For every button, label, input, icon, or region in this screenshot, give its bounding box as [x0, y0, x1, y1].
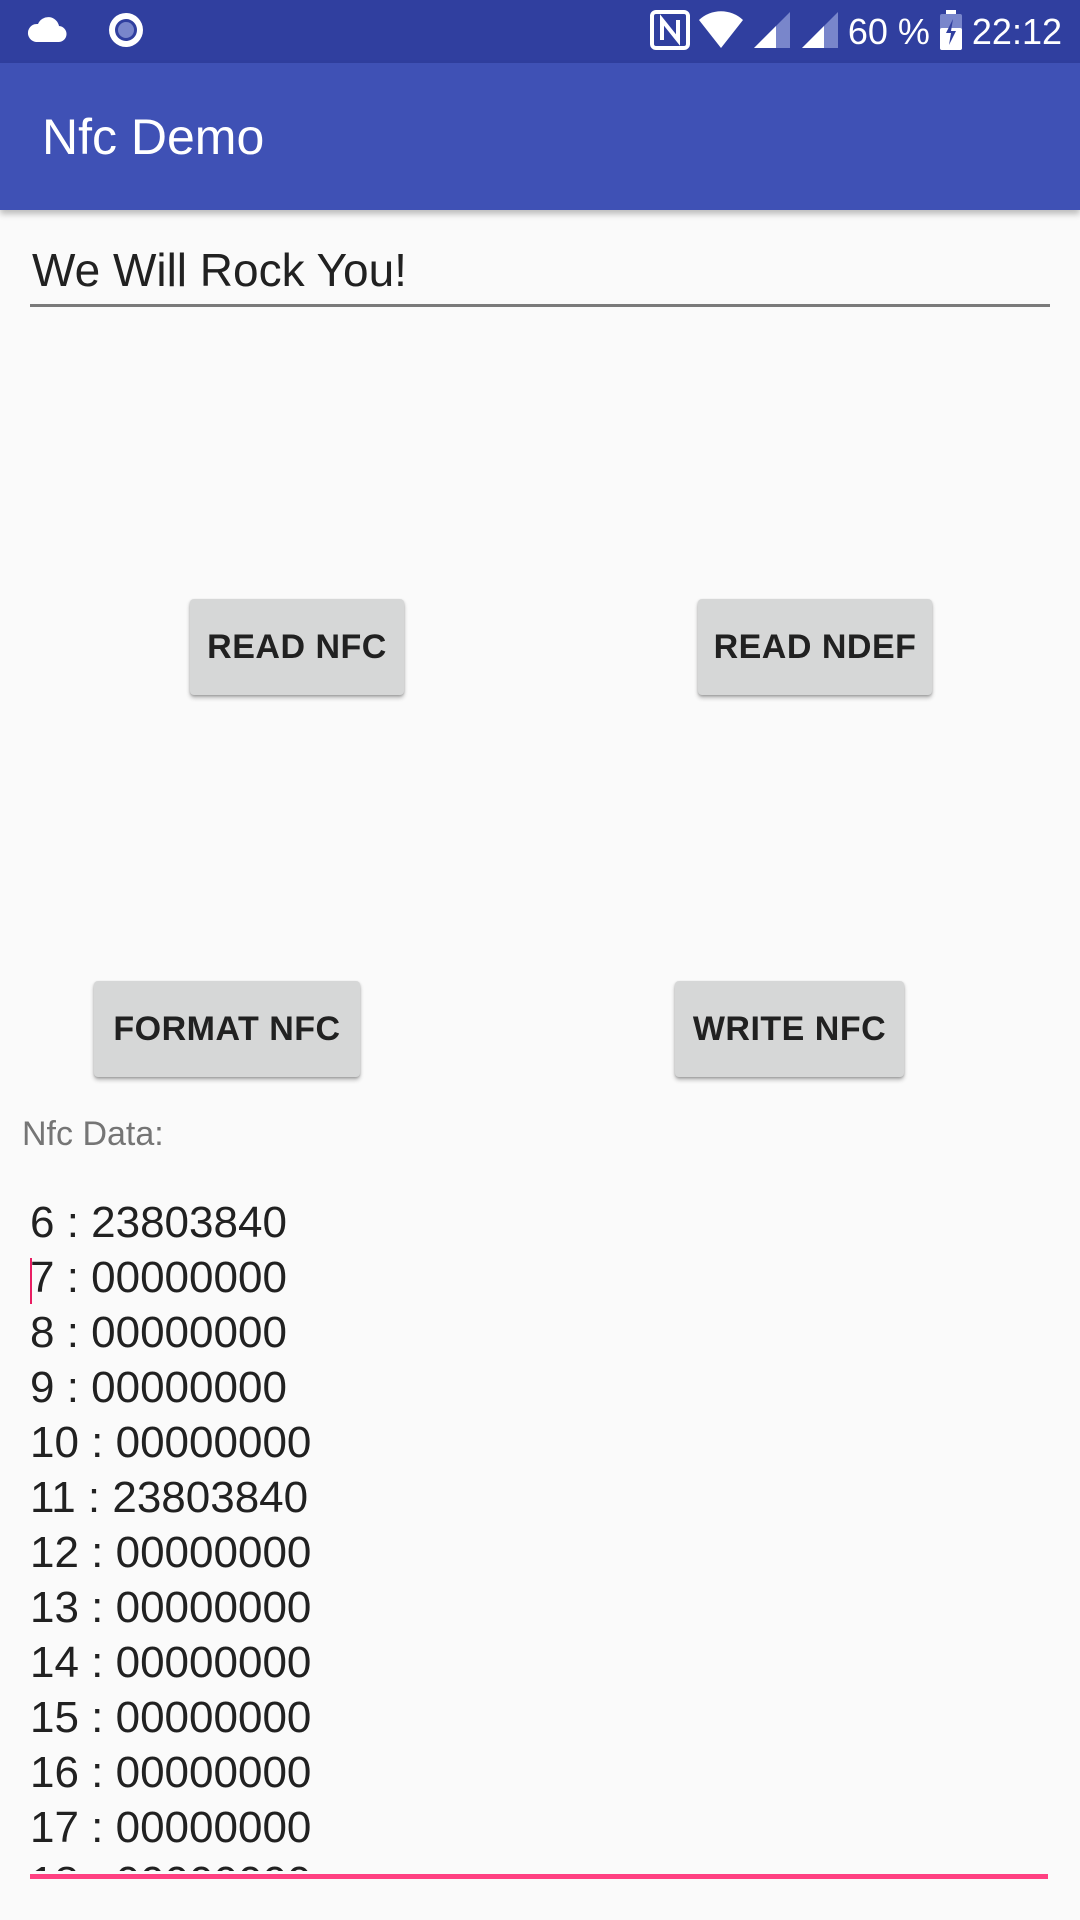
data-line: 11 : 23803840: [30, 1473, 309, 1522]
nfc-icon: [649, 9, 690, 55]
data-line: 12 : 00000000: [30, 1528, 312, 1577]
data-line: 6 : 23803840: [30, 1198, 287, 1247]
data-line: 8 : 00000000: [30, 1308, 287, 1357]
data-line: 13 : 00000000: [30, 1583, 312, 1632]
write-nfc-button[interactable]: WRITE NFC: [675, 981, 904, 1077]
circle-dot-icon: [106, 10, 146, 55]
read-nfc-button[interactable]: READ NFC: [190, 599, 404, 695]
data-line: 18 : 00000000: [30, 1855, 1048, 1871]
data-line: 15 : 00000000: [30, 1693, 312, 1742]
data-line: 7 : 00000000: [30, 1250, 1048, 1305]
nfc-data-field[interactable]: 6 : 23803840 7 : 00000000 8 : 00000000 9…: [30, 1195, 1048, 1871]
app-bar: Nfc Demo: [0, 63, 1080, 210]
status-bar: 60 % 22:12: [0, 0, 1080, 63]
nfc-data-label: Nfc Data:: [22, 1115, 164, 1153]
data-line: 17 : 00000000: [30, 1803, 312, 1852]
status-left-icons: [26, 10, 146, 55]
app-title: Nfc Demo: [42, 109, 265, 165]
clock: 22:12: [971, 11, 1062, 52]
wifi-icon: [698, 10, 744, 55]
battery-percentage: 60 %: [847, 11, 930, 52]
signal-icon: [752, 10, 792, 55]
data-field-underline: [30, 1874, 1048, 1879]
cloud-icon: [26, 16, 68, 49]
data-line-text: 7 : 00000000: [30, 1253, 287, 1302]
format-nfc-button[interactable]: FORMAT NFC: [94, 981, 360, 1077]
read-ndef-button[interactable]: READ NDEF: [698, 599, 932, 695]
text-cursor: [30, 1258, 32, 1304]
data-line: 10 : 00000000: [30, 1418, 312, 1467]
message-input[interactable]: [30, 236, 1050, 307]
signal-icon-2: [800, 10, 840, 55]
battery-icon: [938, 9, 964, 56]
data-line: 14 : 00000000: [30, 1638, 312, 1687]
status-right-icons: 60 % 22:12: [649, 8, 1062, 56]
data-line: 9 : 00000000: [30, 1363, 287, 1412]
data-line: 16 : 00000000: [30, 1748, 312, 1797]
